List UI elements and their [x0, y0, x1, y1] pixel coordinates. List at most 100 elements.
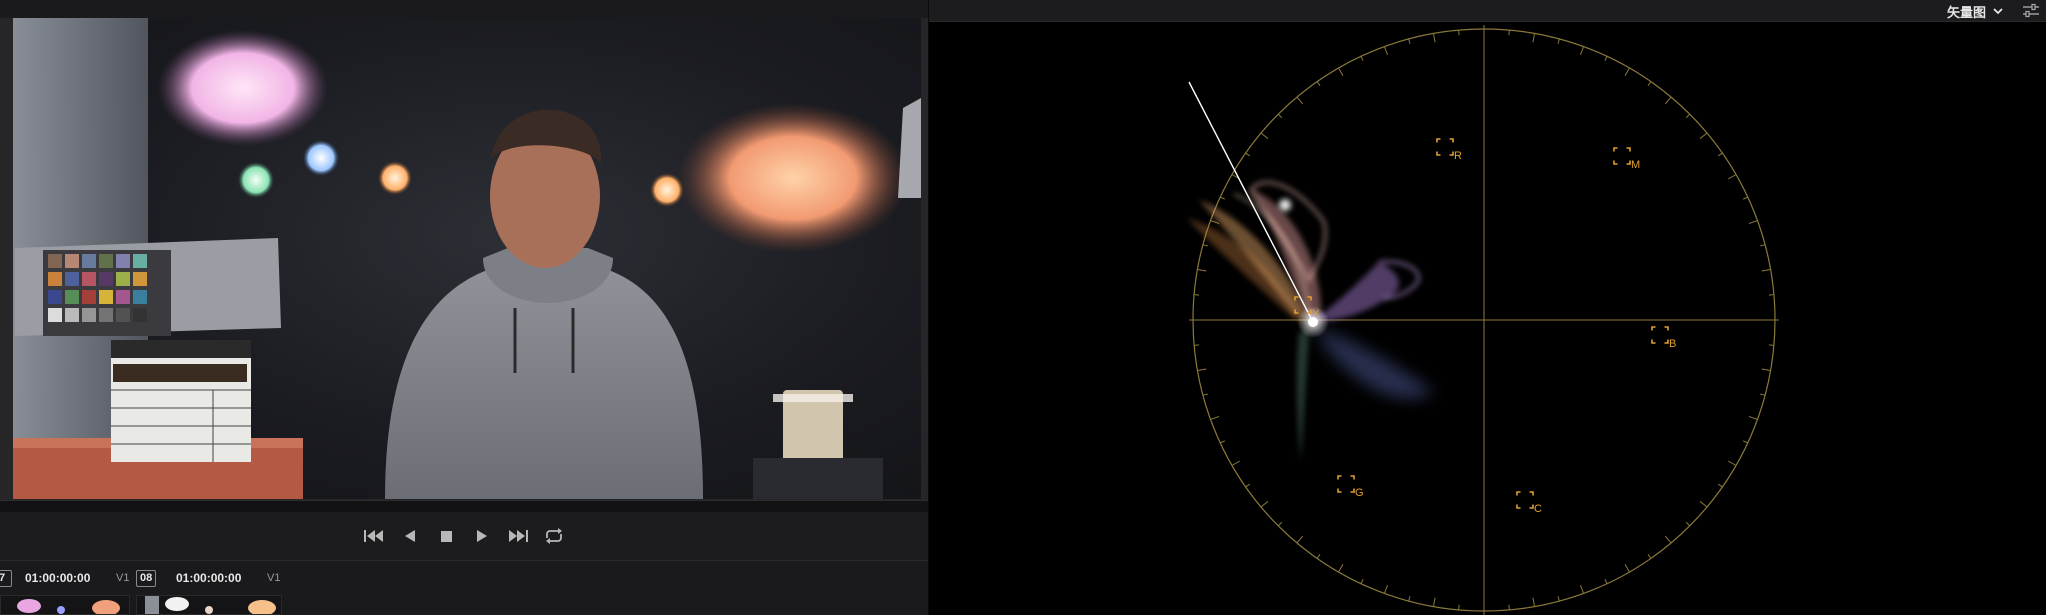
vectorscope-tick — [1210, 220, 1220, 225]
vectorscope-tick — [1197, 268, 1207, 272]
vectorscope-tick — [1748, 220, 1758, 225]
vector-target-label: M — [1631, 159, 1640, 171]
vectorscope-tick — [1624, 563, 1630, 573]
scope-header: 矢量图 — [929, 0, 2046, 22]
stop-button[interactable] — [435, 525, 457, 547]
vectorscope-tick — [1699, 132, 1708, 140]
vectorscope-tick — [1717, 152, 1723, 157]
play-icon — [477, 530, 487, 542]
scope-panel: 矢量图 R M Y B G C — [929, 0, 2046, 615]
clip-track: V1 — [267, 572, 281, 584]
vectorscope-tick — [1202, 393, 1208, 396]
vectorscope-tick — [1338, 563, 1344, 573]
scope-mode-dropdown[interactable]: 矢量图 — [1947, 2, 2004, 20]
vectorscope-tick — [1761, 368, 1771, 372]
skip-to-start-icon — [364, 530, 383, 542]
vectorscope-tick — [1220, 196, 1226, 200]
vectorscope-tick — [1664, 96, 1672, 105]
vectorscope-tick — [1384, 584, 1389, 594]
vectorscope-tick — [1761, 268, 1771, 272]
play-reverse-icon — [405, 530, 415, 542]
vector-target-label: Y — [1312, 308, 1320, 320]
go-to-start-button[interactable] — [363, 525, 385, 547]
vectorscope-tick — [1360, 578, 1364, 584]
clip-timecode: 01:00:00:00 — [176, 571, 242, 585]
vectorscope-tick — [1579, 46, 1584, 56]
clip-thumbnail[interactable] — [0, 595, 130, 615]
viewer-separator — [0, 500, 928, 512]
vectorscope-tick — [1245, 483, 1251, 488]
vector-target-label: C — [1534, 503, 1542, 515]
viewer[interactable] — [0, 18, 928, 500]
vectorscope-tick — [1699, 500, 1708, 508]
vector-target-label: R — [1454, 150, 1462, 162]
vectorscope-tick — [1685, 521, 1691, 527]
transport-controls — [0, 512, 928, 560]
vectorscope-tick — [1338, 67, 1344, 77]
loop-icon — [546, 528, 562, 544]
skip-to-end-icon — [509, 530, 528, 542]
vectorscope-tick — [1277, 113, 1283, 119]
clip-number-badge: 08 — [136, 570, 157, 587]
vectorscope-tick — [1760, 244, 1766, 247]
video-frame[interactable] — [13, 18, 921, 499]
vectorscope-tick — [1685, 113, 1691, 119]
vectorscope-tick — [1760, 393, 1766, 396]
vectorscope-tick — [1557, 38, 1560, 44]
vectorscope-graticule — [1189, 25, 1779, 615]
vectorscope-tick — [1231, 460, 1241, 466]
vectorscope-tick — [1202, 244, 1208, 247]
vectorscope-tick — [1316, 81, 1321, 87]
viewer-top-bar — [0, 0, 928, 18]
vectorscope-tick — [1277, 521, 1283, 527]
vector-target-c: C — [1516, 491, 1542, 515]
vectorscope-tick — [1727, 460, 1737, 466]
skin-tone-line — [1188, 81, 1314, 323]
play-button[interactable] — [471, 525, 493, 547]
vector-target-b: B — [1651, 326, 1676, 350]
vectorscope-tick — [1384, 46, 1389, 56]
scope-settings-button[interactable] — [2020, 1, 2042, 21]
scope-mode-label: 矢量图 — [1946, 4, 1986, 20]
viewer-panel: 7 01:00:00:00 V1 08 01:00:00:00 V1 — [0, 0, 928, 615]
vectorscope-tick — [1532, 33, 1536, 43]
vectorscope-tick — [1748, 415, 1758, 420]
play-reverse-button[interactable] — [399, 525, 421, 547]
clip-thumbnail-image — [137, 596, 281, 614]
vectorscope-tick — [1432, 33, 1436, 43]
vectorscope-tick — [1245, 152, 1251, 157]
loop-button[interactable] — [543, 525, 565, 547]
vectorscope-tick — [1647, 81, 1652, 87]
vectorscope-tick — [1624, 67, 1630, 77]
vectorscope-tick — [1647, 553, 1652, 559]
vectorscope-tick — [1579, 584, 1584, 594]
vectorscope-tick — [1296, 535, 1304, 544]
vectorscope-tick — [1557, 596, 1560, 602]
vectorscope-tick — [1532, 597, 1536, 607]
clip-track: V1 — [116, 572, 130, 584]
vectorscope-tick — [1664, 535, 1672, 544]
vectorscope-tick — [1360, 56, 1364, 62]
video-frame-image — [13, 18, 921, 499]
vectorscope-tick — [1408, 596, 1411, 602]
vectorscope-targets: R M Y B G C — [1294, 138, 1676, 515]
sliders-icon — [2023, 3, 2039, 18]
vectorscope-tick — [1296, 96, 1304, 105]
vectorscope-tick — [1220, 440, 1226, 444]
vectorscope-tick — [1742, 440, 1748, 444]
vectorscope-tick — [1316, 553, 1321, 559]
clip-thumbnail[interactable] — [136, 595, 282, 615]
vectorscope-tick — [1717, 483, 1723, 488]
vectorscope-tick — [1727, 174, 1737, 180]
vectorscope-tick — [1604, 578, 1608, 584]
vector-target-label: G — [1355, 487, 1364, 499]
go-to-end-button[interactable] — [507, 525, 529, 547]
vector-target-m: M — [1613, 147, 1640, 171]
vectorscope-tick — [1260, 500, 1269, 508]
vectorscope[interactable]: R M Y B G C — [929, 22, 2046, 615]
clip-timecode: 01:00:00:00 — [25, 571, 91, 585]
vectorscope-trace — [1187, 180, 1434, 462]
vector-target-r: R — [1436, 138, 1462, 162]
vectorscope-tick — [1197, 368, 1207, 372]
stop-icon — [441, 531, 452, 542]
